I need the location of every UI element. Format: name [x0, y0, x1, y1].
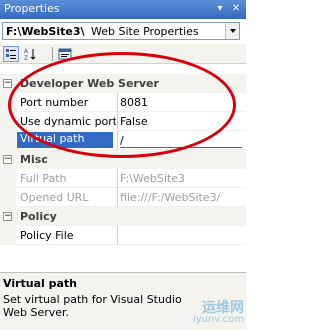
title-bar: Properties ▾ ✕ [0, 0, 246, 19]
row-gutter [0, 131, 16, 150]
svg-text:Z: Z [24, 55, 28, 61]
category-label: Policy [20, 210, 57, 223]
property-name: Opened URL [20, 191, 89, 204]
property-value: file:///F:/WebSite3/ [120, 191, 221, 204]
description-text: Set virtual path for Visual Studio Web S… [3, 293, 182, 319]
window-title: Properties [4, 2, 60, 15]
watermark: 运维网 iyunv.com [192, 300, 244, 326]
row-gutter [0, 226, 16, 245]
description-title: Virtual path [3, 277, 78, 290]
close-icon[interactable]: ✕ [230, 3, 242, 15]
object-selector[interactable]: F:\WebSite3\ Web Site Properties [2, 22, 240, 40]
collapse-icon[interactable]: − [3, 79, 12, 88]
object-type: Web Site Properties [91, 25, 199, 38]
alphabetical-icon[interactable]: AZ [22, 46, 38, 62]
collapse-icon[interactable]: − [3, 155, 12, 164]
object-name: F:\WebSite3\ [6, 25, 85, 38]
property-name: Policy File [20, 229, 74, 242]
toolbar-separator [52, 47, 53, 61]
property-row[interactable]: Opened URL file:///F:/WebSite3/ [0, 188, 246, 207]
property-name: Full Path [20, 172, 67, 185]
column-separator [117, 188, 118, 207]
property-value: F:\WebSite3 [120, 172, 185, 185]
watermark-line1: 运维网 [202, 300, 244, 316]
category-policy[interactable]: − Policy [0, 207, 246, 226]
dropdown-icon[interactable]: ▾ [214, 3, 226, 15]
column-separator [117, 169, 118, 188]
watermark-line2: iyunv.com [192, 314, 244, 325]
categorized-icon[interactable] [3, 46, 19, 62]
collapse-icon[interactable]: − [3, 212, 12, 221]
row-gutter [0, 169, 16, 188]
property-row[interactable]: Policy File [0, 226, 246, 245]
svg-text:A: A [24, 48, 29, 55]
column-separator [117, 226, 118, 245]
chevron-down-icon[interactable] [225, 23, 239, 39]
row-gutter [0, 188, 16, 207]
annotation-ellipse [8, 52, 236, 158]
property-row[interactable]: Full Path F:\WebSite3 [0, 169, 246, 188]
category-label: Misc [20, 153, 48, 166]
